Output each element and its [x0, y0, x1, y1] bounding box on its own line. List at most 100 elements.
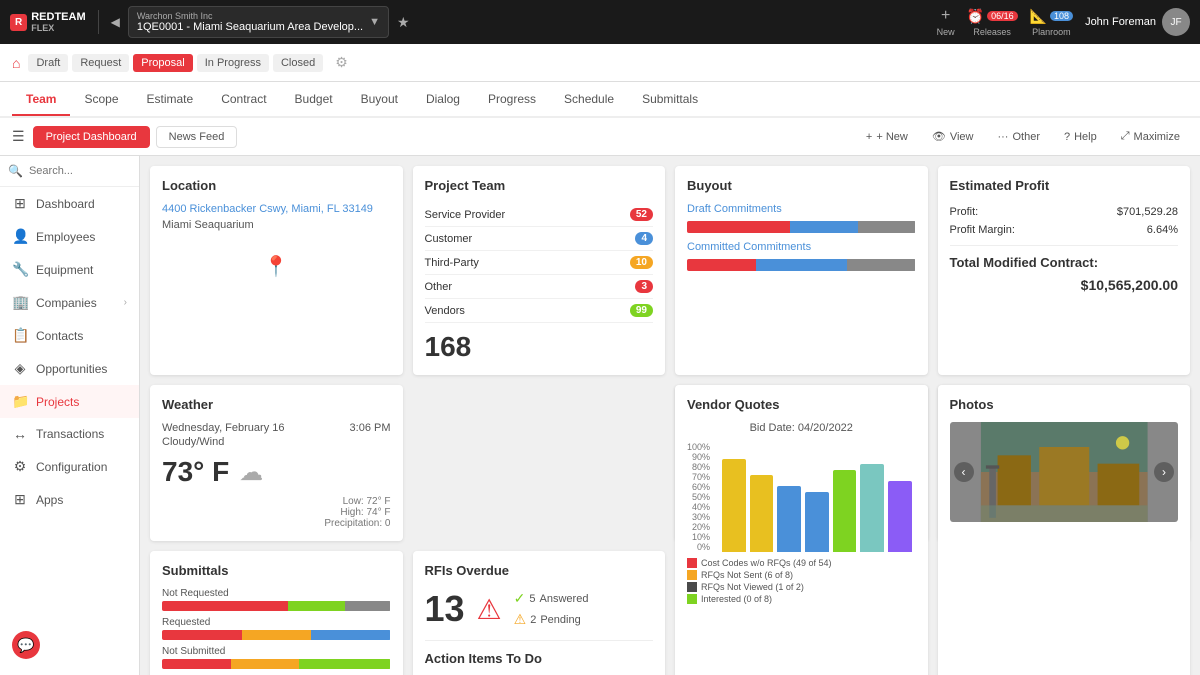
transactions-icon: ↔	[12, 426, 28, 442]
sidebar-label-contacts: Contacts	[36, 329, 83, 343]
y-axis: 100% 90% 80% 70% 60% 50% 40% 30% 20% 10%…	[687, 442, 714, 552]
home-icon[interactable]: ⌂	[12, 55, 20, 71]
tab-estimate[interactable]: Estimate	[133, 84, 208, 116]
tab-dialog[interactable]: Dialog	[412, 84, 474, 116]
status-tab-inprogress[interactable]: In Progress	[197, 54, 269, 72]
sidebar-search-container: 🔍	[0, 156, 139, 187]
other-button[interactable]: ··· Other	[989, 127, 1048, 147]
logo[interactable]: R REDTEAM FLEX	[10, 11, 86, 33]
tab-scope[interactable]: Scope	[70, 84, 132, 116]
sidebar-item-transactions[interactable]: ↔ Transactions	[0, 418, 139, 450]
logo-text: REDTEAM	[31, 11, 85, 23]
sidebar-label-projects: Projects	[36, 395, 79, 409]
sidebar-label-opportunities: Opportunities	[36, 362, 107, 376]
team-row-vendors: Vendors 99	[425, 299, 654, 323]
selector-arrow-icon: ▼	[369, 16, 380, 28]
weather-details: Low: 72° F High: 74° F Precipitation: 0	[162, 496, 391, 529]
new-label: + New	[876, 131, 908, 143]
rfis-answered-count: 5	[529, 593, 535, 605]
team-total: 168	[425, 331, 654, 363]
photo-image: ‹ ›	[950, 422, 1179, 522]
tab-progress[interactable]: Progress	[474, 84, 550, 116]
profit-row-margin: Profit Margin: 6.64%	[950, 221, 1179, 239]
tab-team[interactable]: Team	[12, 84, 70, 116]
sidebar-item-configuration[interactable]: ⚙ Configuration	[0, 450, 139, 483]
sidebar-item-companies[interactable]: 🏢 Companies ›	[0, 286, 139, 319]
new-button[interactable]: + New	[937, 7, 955, 37]
draft-commitments-link[interactable]: Draft Commitments	[687, 203, 916, 215]
submittal-bar-not-submitted	[162, 659, 391, 669]
maximize-label: Maximize	[1134, 131, 1180, 143]
buyout-card: Buyout Draft Commitments Committed Commi…	[675, 166, 928, 375]
profit-label: Profit:	[950, 206, 979, 218]
y-80: 80%	[687, 462, 710, 472]
chart-legend: Cost Codes w/o RFQs (49 of 54) RFQs Not …	[687, 558, 916, 604]
tab-buyout[interactable]: Buyout	[347, 84, 412, 116]
support-icon[interactable]: 💬	[12, 631, 40, 659]
committed-progress-bar	[687, 259, 916, 271]
legend-not-sent: RFQs Not Sent (6 of 8)	[687, 570, 916, 580]
status-tab-request[interactable]: Request	[72, 54, 129, 72]
help-button[interactable]: ? Help	[1056, 127, 1105, 147]
chart-area: 100% 90% 80% 70% 60% 50% 40% 30% 20% 10%…	[687, 442, 916, 552]
news-feed-button[interactable]: News Feed	[156, 126, 238, 148]
location-city: Miami Seaquarium	[162, 219, 391, 231]
photo-next-button[interactable]: ›	[1154, 462, 1174, 482]
submittal-not-submitted: Not Submitted	[162, 646, 391, 669]
sidebar-item-opportunities[interactable]: ◈ Opportunities	[0, 352, 139, 385]
view-button[interactable]: 👁 View	[924, 126, 982, 147]
sidebar-item-employees[interactable]: 👤 Employees	[0, 220, 139, 253]
main-content: 🔍 ⊞ Dashboard 👤 Employees 🔧 Equipment 🏢 …	[0, 156, 1200, 675]
action-items-section: Action Items To Do 20 🚩	[425, 640, 654, 675]
releases-icon: ⏰	[967, 8, 984, 25]
planroom-button[interactable]: 📐 108 Planroom	[1030, 8, 1073, 37]
weather-temperature: 73° F	[162, 456, 229, 488]
sidebar-label-companies: Companies	[36, 296, 97, 310]
location-title: Location	[162, 178, 391, 193]
favorite-star-icon[interactable]: ★	[397, 14, 410, 31]
new-item-button[interactable]: + + New	[858, 127, 916, 147]
bar-chart	[718, 442, 915, 552]
location-address[interactable]: 4400 Rickenbacker Cswy, Miami, FL 33149	[162, 203, 391, 215]
releases-button[interactable]: ⏰ 06/16 Releases	[967, 8, 1018, 37]
location-pin-icon: 📍	[162, 241, 391, 291]
tab-contract[interactable]: Contract	[207, 84, 280, 116]
project-selector[interactable]: Warchon Smith Inc 1QE0001 - Miami Seaqua…	[128, 6, 389, 38]
photo-prev-button[interactable]: ‹	[954, 462, 974, 482]
status-tab-proposal[interactable]: Proposal	[133, 54, 192, 72]
draft-progress-bar	[687, 221, 916, 233]
team-label-third-party: Third-Party	[425, 257, 479, 269]
planroom-icon: 📐	[1030, 8, 1047, 25]
sidebar-item-equipment[interactable]: 🔧 Equipment	[0, 253, 139, 286]
dots-icon: ···	[997, 131, 1008, 143]
sidebar-item-contacts[interactable]: 📋 Contacts	[0, 319, 139, 352]
team-title: Project Team	[425, 178, 654, 193]
sidebar-item-apps[interactable]: ⊞ Apps	[0, 483, 139, 516]
hamburger-icon[interactable]: ☰	[12, 128, 25, 145]
status-tab-closed[interactable]: Closed	[273, 54, 323, 72]
team-label-service: Service Provider	[425, 209, 506, 221]
project-dashboard-button[interactable]: Project Dashboard	[33, 126, 150, 148]
y-100: 100%	[687, 442, 710, 452]
committed-commitments-link[interactable]: Committed Commitments	[687, 241, 916, 253]
weather-precip: Precipitation: 0	[324, 518, 390, 529]
status-tab-draft[interactable]: Draft	[28, 54, 68, 72]
profit-title: Estimated Profit	[950, 178, 1179, 193]
sidebar-item-projects[interactable]: 📁 Projects	[0, 385, 139, 418]
search-input[interactable]	[29, 165, 131, 177]
committed-bar-blue	[756, 259, 847, 271]
maximize-button[interactable]: ⤢ Maximize	[1113, 126, 1188, 147]
settings-icon[interactable]: ⚙	[335, 54, 348, 71]
photos-card: Photos ‹ ›	[938, 385, 1191, 675]
sidebar-item-dashboard[interactable]: ⊞ Dashboard	[0, 187, 139, 220]
submittal-bar-not-requested	[162, 601, 391, 611]
legend-color-sent	[687, 570, 697, 580]
rfis-alert-icon: ⚠	[477, 593, 502, 626]
tab-submittals[interactable]: Submittals	[628, 84, 712, 116]
tab-budget[interactable]: Budget	[281, 84, 347, 116]
support-button[interactable]: 💬	[12, 631, 40, 659]
rfis-main: 13 ⚠ ✓ 5 Answered ⚠ 2 Pending	[425, 588, 654, 630]
submittal-bar-requested	[162, 630, 391, 640]
user-info[interactable]: John Foreman JF	[1085, 8, 1190, 36]
tab-schedule[interactable]: Schedule	[550, 84, 628, 116]
